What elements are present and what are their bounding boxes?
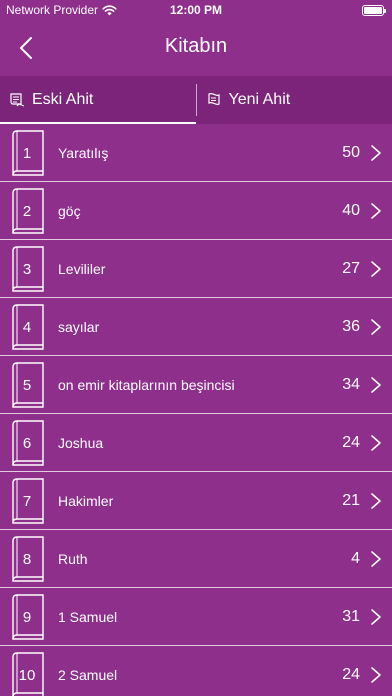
chevron-right-icon [371,377,381,393]
testament-tabs: Eski Ahit Yeni Ahit [0,76,392,124]
book-number: 7 [22,492,32,510]
book-title: göç [58,202,81,219]
chevron-right-icon [371,493,381,509]
chevron-right-icon [371,667,381,683]
book-row[interactable]: 2 göç 40 [0,182,392,240]
chevron-right-icon [371,609,381,625]
status-time: 12:00 PM [169,3,223,17]
book-title: 2 Samuel [58,666,118,683]
book-title: 1 Samuel [58,608,118,625]
book-title: Ruth [58,550,88,567]
book-row[interactable]: 1 Yaratılış 50 [0,124,392,182]
book-number: 2 [22,202,32,220]
book-number: 9 [22,608,32,626]
book-number: 5 [22,376,32,394]
chapter-count: 24 [342,433,360,451]
book-number: 6 [22,434,32,452]
chapter-count: 50 [342,143,360,161]
book-title: Joshua [58,434,104,451]
book-number: 3 [22,260,32,278]
chapter-count: 34 [342,375,360,393]
scroll-icon [10,93,25,107]
book-row[interactable]: 5 on emir kitaplarının beşincisi 34 [0,356,392,414]
chevron-right-icon [371,551,381,567]
tab-yeni-ahit[interactable]: Yeni Ahit [197,76,392,124]
chevron-right-icon [371,435,381,451]
book-title: sayılar [58,318,100,335]
book-row[interactable]: 7 Hakimler 21 [0,472,392,530]
chapter-count: 40 [342,201,360,219]
book-number: 4 [22,318,32,336]
status-bar: Network Provider 12:00 PM [0,0,392,20]
book-row[interactable]: 8 Ruth 4 [0,530,392,588]
chapter-count: 36 [342,317,360,335]
chevron-right-icon [371,203,381,219]
book-title: Yaratılış [58,144,109,161]
chevron-right-icon [371,319,381,335]
book-row[interactable]: 6 Joshua 24 [0,414,392,472]
book-row[interactable]: 4 sayılar 36 [0,298,392,356]
tab-label: Eski Ahit [32,91,94,108]
tab-eski-ahit[interactable]: Eski Ahit [0,76,196,124]
scroll-icon [207,92,220,106]
book-number: 10 [18,666,36,684]
battery-icon [362,5,386,16]
book-number: 1 [22,144,32,162]
book-title: on emir kitaplarının beşincisi [58,376,235,393]
chapter-count: 21 [342,491,360,509]
book-number: 8 [22,550,32,568]
book-title: Levililer [58,260,106,277]
book-list: 1 Yaratılış 50 2 göç 40 3 Levililer 27 4 sayılar 36… [0,124,392,696]
chapter-count: 31 [342,607,360,625]
nav-bar: Kitabın [0,20,392,76]
book-title: Hakimler [58,492,114,509]
chapter-count: 27 [342,259,360,277]
chevron-right-icon [371,261,381,277]
chapter-count: 24 [342,665,360,683]
book-row[interactable]: 10 2 Samuel 24 [0,646,392,696]
page-title: Kitabın [164,35,228,57]
chapter-count: 4 [351,549,360,567]
tab-label: Yeni Ahit [228,91,291,108]
book-row[interactable]: 9 1 Samuel 31 [0,588,392,646]
chevron-right-icon [371,145,381,161]
book-row[interactable]: 3 Levililer 27 [0,240,392,298]
